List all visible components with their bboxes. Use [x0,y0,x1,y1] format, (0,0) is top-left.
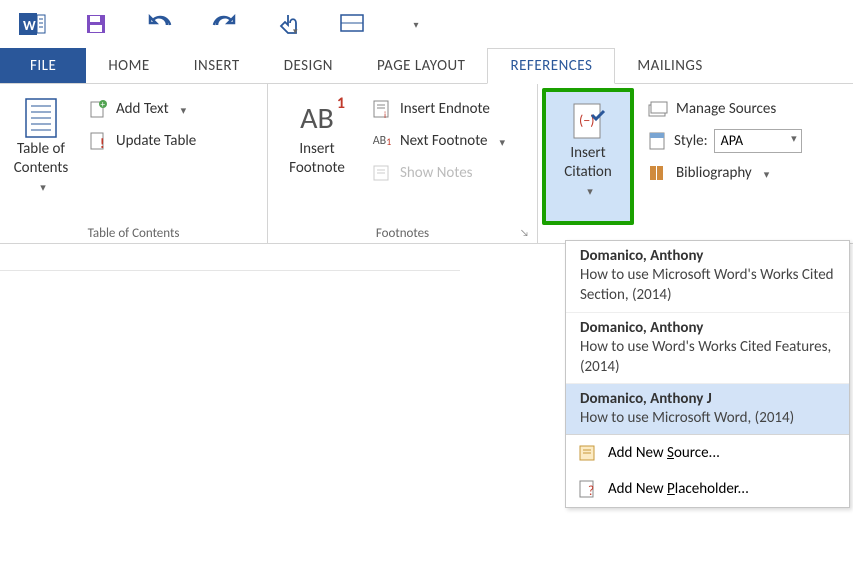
update-table-label: Update Table [116,132,196,150]
insert-citation-label: Insert Citation [564,144,611,182]
document-area[interactable] [0,270,460,563]
manage-sources-label: Manage Sources [676,100,776,118]
insert-citation-button[interactable]: (−) Insert Citation [542,88,634,225]
show-notes-button: Show Notes [366,158,511,188]
page-width-icon[interactable]: ▾ [338,10,366,38]
citation-author: Domanico, Anthony [580,319,835,337]
insert-endnote-button[interactable]: i Insert Endnote [366,94,511,124]
add-new-source-label: Add New Source... [608,444,720,462]
tab-file[interactable]: FILE [0,48,86,83]
citation-title: How to use Microsoft Word's Works Cited … [580,265,835,306]
add-text-label: Add Text [116,100,169,118]
tab-home[interactable]: HOME [86,48,171,83]
group-table-of-contents: Table of Contents + Add Text ! Update Ta… [0,84,268,243]
endnote-icon: i [372,99,392,119]
citation-author: Domanico, Anthony [580,247,835,265]
citation-title: How to use Microsoft Word, (2014) [580,408,835,428]
bibliography-label: Bibliography [676,164,752,182]
tab-insert[interactable]: INSERT [172,48,262,83]
show-notes-label: Show Notes [400,164,473,182]
citation-item[interactable]: Domanico, Anthony JHow to use Microsoft … [566,384,849,434]
tab-references[interactable]: REFERENCES [487,48,615,84]
citation-item[interactable]: Domanico, AnthonyHow to use Microsoft Wo… [566,241,849,313]
svg-text:W: W [23,17,36,34]
group-label-footnotes: Footnotes ↘ [272,222,533,243]
tab-mailings[interactable]: MAILINGS [615,48,724,83]
insert-endnote-label: Insert Endnote [400,100,490,118]
ribbon-tabs: FILE HOME INSERT DESIGN PAGE LAYOUT REFE… [0,48,853,84]
bibliography-button[interactable]: Bibliography [642,158,808,188]
add-new-placeholder-button[interactable]: ? Add New Placeholder... [566,471,849,507]
add-text-icon: + [88,99,108,119]
insert-footnote-label: Insert Footnote [289,140,345,178]
add-new-placeholder-label: Add New Placeholder... [608,480,749,498]
manage-sources-icon [648,99,668,119]
svg-text:?: ? [588,484,594,499]
svg-text:!: ! [100,135,105,151]
toc-icon [19,96,63,140]
next-footnote-icon: AB1 [372,131,392,151]
insert-footnote-button[interactable]: AB 1 Insert Footnote [272,88,362,222]
ab-glyph: AB [300,100,334,137]
super-1: 1 [337,94,345,113]
add-text-button[interactable]: + Add Text [82,94,202,124]
chevron-down-icon [760,165,770,182]
insert-citation-menu: Domanico, AnthonyHow to use Microsoft Wo… [565,240,850,508]
placeholder-icon: ? [578,479,598,499]
book-icon [578,443,598,463]
citation-title: How to use Word's Works Cited Features, … [580,337,835,378]
citation-item[interactable]: Domanico, AnthonyHow to use Word's Works… [566,313,849,385]
svg-text:(−): (−) [579,112,594,129]
svg-text:i: i [384,110,386,119]
svg-text:▾: ▾ [293,26,298,36]
style-label: Style: [674,132,708,150]
group-footnotes: AB 1 Insert Footnote i Insert Endnote AB… [268,84,538,243]
quick-access-toolbar: W ▾ ▾ ▾ [0,0,853,48]
update-table-button[interactable]: ! Update Table [82,126,202,156]
footnote-icon: AB 1 [295,96,339,140]
table-of-contents-button[interactable]: Table of Contents [4,88,78,222]
citation-author: Domanico, Anthony J [580,390,835,408]
toc-label: Table of Contents [14,140,69,178]
show-notes-icon [372,163,392,183]
ribbon: Table of Contents + Add Text ! Update Ta… [0,84,853,244]
dialog-launcher-icon[interactable]: ↘ [520,226,529,239]
style-row: Style: APA [642,126,808,156]
next-footnote-button[interactable]: AB1 Next Footnote [366,126,511,156]
tab-page-layout[interactable]: PAGE LAYOUT [355,48,487,83]
style-icon [648,131,668,151]
customize-qat-icon[interactable]: ▾ [402,10,430,38]
touch-mode-icon[interactable]: ▾ [274,10,302,38]
redo-icon[interactable] [210,10,238,38]
undo-icon[interactable] [146,10,174,38]
style-value: APA [721,132,743,149]
tab-design[interactable]: DESIGN [262,48,355,83]
style-select[interactable]: APA [714,129,802,153]
next-footnote-label: Next Footnote [400,132,488,150]
group-label-toc: Table of Contents [4,222,263,243]
chevron-down-icon [583,182,593,199]
chevron-down-icon [177,101,187,118]
manage-sources-button[interactable]: Manage Sources [642,94,808,124]
bibliography-icon [648,163,668,183]
svg-text:+: + [101,100,106,111]
save-icon[interactable] [82,10,110,38]
group-citations: (−) Insert Citation Manage Sources Style… [538,84,853,243]
add-new-source-button[interactable]: Add New Source... [566,435,849,471]
citation-icon: (−) [566,100,610,144]
chevron-down-icon [36,178,46,195]
word-icon: W [18,10,46,38]
chevron-down-icon [496,133,506,150]
footnotes-label-text: Footnotes [376,226,429,241]
update-table-icon: ! [88,131,108,151]
